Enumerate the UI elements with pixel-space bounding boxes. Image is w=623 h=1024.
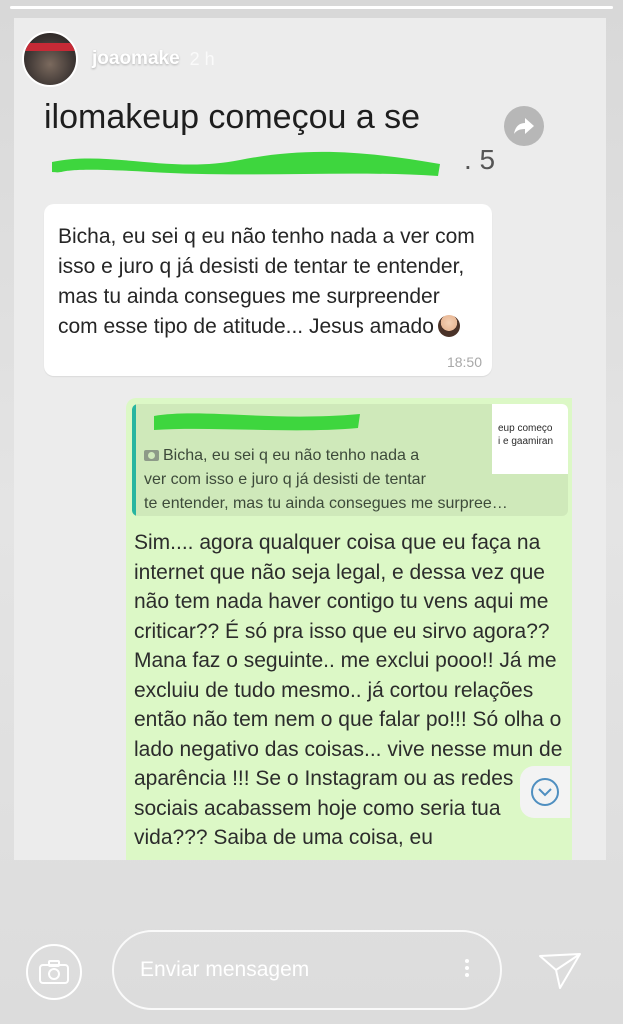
- woman-facepalm-emoji-icon: [437, 315, 460, 337]
- reply-preview-text: Bicha, eu sei q eu não tenho nada a ver …: [144, 444, 560, 516]
- post-time: 2 h: [189, 48, 215, 69]
- camera-small-icon: [144, 450, 159, 461]
- camera-button[interactable]: [26, 944, 82, 1000]
- censor-scribble: [52, 151, 440, 176]
- forward-icon: [514, 118, 534, 134]
- message-input[interactable]: Enviar mensagem: [112, 930, 502, 1010]
- story-progress-bar: [10, 6, 613, 9]
- reply-line-1: Bicha, eu sei q eu não tenho nada a: [163, 447, 420, 464]
- quoted-post-number: . 5: [464, 144, 496, 175]
- story-progress-fill: [10, 6, 613, 9]
- incoming-message-text: Bicha, eu sei q eu não tenho nada a ver …: [58, 222, 478, 342]
- outgoing-message-text: Sim.... agora qualquer coisa que eu faça…: [134, 531, 563, 849]
- reply-accent-bar: [132, 404, 136, 516]
- outgoing-message-bubble: eup começo i e gaamiran Bicha, eu sei q …: [126, 398, 572, 860]
- send-icon[interactable]: [538, 950, 582, 990]
- censor-scribble-reply: [154, 413, 360, 431]
- story-header: joaomake 2 h: [22, 31, 215, 87]
- reply-line-3: te entender, mas tu ainda consegues me s…: [144, 495, 508, 512]
- reply-thumb-line-1: eup começo: [498, 423, 553, 434]
- chevron-down-icon: [538, 788, 552, 797]
- avatar[interactable]: [22, 31, 78, 87]
- chat-screenshot: ilomakeup começou a se . 5 Bicha, eu sei…: [14, 18, 606, 860]
- reply-quote[interactable]: eup começo i e gaamiran Bicha, eu sei q …: [132, 404, 568, 516]
- scroll-down-button[interactable]: [520, 766, 570, 818]
- more-options-icon[interactable]: [464, 956, 470, 986]
- incoming-message-body: Bicha, eu sei q eu não tenho nada a ver …: [58, 225, 475, 338]
- forward-button[interactable]: [504, 106, 544, 146]
- message-input-placeholder: Enviar mensagem: [140, 958, 310, 981]
- quoted-post-title: ilomakeup começou a se: [44, 98, 421, 136]
- story-reply-bar: Enviar mensagem: [0, 900, 623, 1024]
- incoming-message-time: 18:50: [446, 354, 482, 370]
- story-viewer: ilomakeup começou a se . 5 Bicha, eu sei…: [0, 0, 623, 1024]
- camera-icon: [39, 960, 69, 984]
- reply-line-2: ver com isso e juro q já desisti de tent…: [144, 471, 426, 488]
- username[interactable]: joaomake: [92, 48, 180, 70]
- incoming-message-bubble: Bicha, eu sei q eu não tenho nada a ver …: [44, 204, 492, 376]
